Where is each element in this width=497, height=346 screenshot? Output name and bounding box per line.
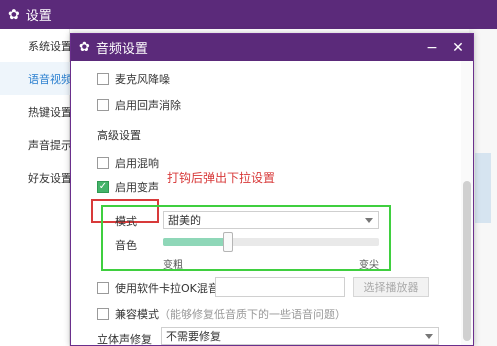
sidebar-item-label: 语音视频	[28, 72, 70, 86]
reverb-checkbox[interactable]	[97, 157, 109, 169]
echo-cancel-checkbox[interactable]	[97, 99, 109, 111]
sidebar-item-label: 好友设置	[28, 171, 70, 185]
gear-icon: ✿	[8, 6, 20, 23]
timbre-label: 音色	[115, 239, 137, 252]
timbre-slider-track[interactable]	[163, 238, 379, 246]
timbre-slider-fill	[163, 238, 228, 246]
stereo-fix-select-value: 不需要修复	[166, 330, 221, 343]
karaoke-label: 使用软件卡拉OK混音	[115, 282, 219, 295]
minimize-button[interactable]: −	[419, 34, 445, 61]
settings-sidebar: 系统设置 语音视频 热键设置 声音提示 好友设置	[0, 29, 70, 346]
advanced-settings-heading: 高级设置	[97, 127, 141, 143]
main-titlebar: ✿ 设置	[0, 0, 497, 29]
mode-select-value: 甜美的	[168, 214, 201, 227]
annotation-text: 打钩后弹出下拉设置	[167, 171, 276, 185]
dialog-content: 麦克风降噪 启用回声消除 高级设置 启用混响 ✓ 启用变声 打钩后弹出下拉设置 …	[71, 61, 473, 345]
chevron-down-icon	[365, 218, 373, 223]
mode-select[interactable]: 甜美的	[163, 211, 379, 229]
close-button[interactable]: ✕	[445, 34, 471, 61]
voice-change-checkbox[interactable]: ✓	[97, 181, 109, 193]
chevron-down-icon	[425, 334, 433, 339]
sidebar-item-system[interactable]: 系统设置	[0, 29, 70, 62]
mic-denoise-checkbox[interactable]	[97, 73, 109, 85]
karaoke-player-input[interactable]	[215, 277, 345, 297]
close-icon: ✕	[452, 39, 464, 56]
stereo-fix-select[interactable]: 不需要修复	[161, 327, 439, 345]
advanced-heading-text: 高级设置	[97, 129, 141, 142]
reverb-option[interactable]: 启用混响	[97, 155, 159, 171]
mic-denoise-label: 麦克风降噪	[115, 73, 170, 86]
sidebar-item-sound-alerts[interactable]: 声音提示	[0, 128, 70, 161]
karaoke-option[interactable]: 使用软件卡拉OK混音	[97, 280, 219, 296]
audio-settings-dialog: ✿ 音频设置 − ✕ 麦克风降噪 启用回声消除 高级设置 启用混响 ✓ 启用变声	[70, 33, 474, 346]
minimize-icon: −	[426, 39, 438, 56]
compat-mode-checkbox[interactable]	[97, 308, 109, 320]
main-scrollbar-thumb[interactable]	[475, 153, 491, 223]
sidebar-item-label: 声音提示	[28, 138, 70, 152]
dialog-scrollbar[interactable]	[461, 61, 473, 345]
compat-mode-label: 兼容模式	[115, 308, 159, 321]
compat-mode-hint: （能够修复低音质下的一些语音问题）	[159, 308, 346, 321]
timbre-low-label: 变粗	[163, 260, 183, 271]
gear-icon: ✿	[79, 40, 90, 55]
voice-change-label: 启用变声	[115, 181, 159, 194]
sidebar-item-hotkeys[interactable]: 热键设置	[0, 95, 70, 128]
compat-mode-option[interactable]: 兼容模式 （能够修复低音质下的一些语音问题）	[97, 306, 346, 322]
sidebar-item-friends[interactable]: 好友设置	[0, 161, 70, 194]
sidebar-item-label: 热键设置	[28, 105, 70, 119]
stereo-fix-label: 立体声修复	[97, 331, 152, 346]
reverb-label: 启用混响	[115, 157, 159, 170]
mode-label: 模式	[115, 215, 137, 228]
choose-player-label: 选择播放器	[363, 281, 419, 294]
main-window-title: 设置	[25, 9, 52, 24]
dialog-title: 音频设置	[95, 42, 148, 57]
dialog-scrollbar-thumb[interactable]	[463, 181, 471, 341]
karaoke-checkbox[interactable]	[97, 282, 109, 294]
timbre-high-label: 变尖	[359, 260, 379, 271]
timbre-slider-thumb[interactable]	[222, 232, 233, 252]
choose-player-button[interactable]: 选择播放器	[353, 277, 429, 297]
stereo-fix-label-text: 立体声修复	[97, 333, 152, 346]
sidebar-item-label: 系统设置	[28, 39, 70, 53]
sidebar-item-voice-video[interactable]: 语音视频	[0, 62, 70, 95]
mic-denoise-option[interactable]: 麦克风降噪	[97, 71, 170, 87]
voice-change-option[interactable]: ✓ 启用变声	[97, 179, 159, 195]
echo-cancel-label: 启用回声消除	[115, 99, 181, 112]
dialog-titlebar[interactable]: ✿ 音频设置 − ✕	[71, 34, 473, 61]
echo-cancel-option[interactable]: 启用回声消除	[97, 97, 181, 113]
